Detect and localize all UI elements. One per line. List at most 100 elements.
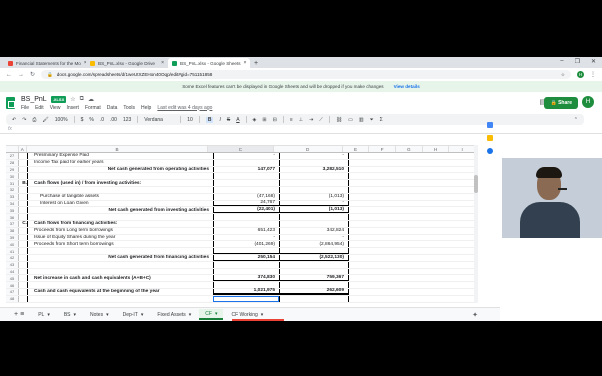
column-header[interactable]: G bbox=[396, 146, 423, 152]
percent-format-button[interactable]: % bbox=[89, 117, 93, 123]
cell-previous-year[interactable]: 3,282,510 bbox=[279, 166, 349, 173]
cell-previous-year[interactable]: (2,522,130) bbox=[279, 255, 349, 261]
doc-title[interactable]: BS_PnL bbox=[21, 96, 47, 103]
cell-label[interactable]: Proceeds from Short term borrowings bbox=[27, 241, 213, 248]
cell-label[interactable]: Interest on Loan Given bbox=[27, 200, 213, 207]
cell-previous-year[interactable] bbox=[279, 173, 349, 180]
cell-current-year[interactable]: (22,401) bbox=[213, 207, 279, 214]
row-number[interactable]: 41 bbox=[6, 248, 19, 254]
row-number[interactable]: 36 bbox=[6, 214, 19, 220]
decrease-decimal-button[interactable]: .0 bbox=[100, 117, 104, 123]
bold-button[interactable]: B bbox=[205, 116, 214, 123]
cell-a[interactable] bbox=[19, 275, 27, 281]
menu-insert[interactable]: Insert bbox=[66, 105, 79, 111]
paint-format-icon[interactable]: 🖌 bbox=[42, 117, 48, 123]
spreadsheet-grid[interactable]: A B C D E F G H I 27 Preliminary Expense … bbox=[6, 145, 476, 303]
minimize-icon[interactable]: – bbox=[560, 58, 563, 65]
browser-menu-icon[interactable]: ⋮ bbox=[590, 71, 596, 78]
cell-label[interactable]: Net cash generated from investing activi… bbox=[27, 207, 213, 214]
new-tab-icon[interactable]: + bbox=[250, 60, 262, 68]
cell-current-year[interactable] bbox=[213, 186, 279, 193]
vertical-scrollbar[interactable] bbox=[474, 145, 478, 303]
formula-bar[interactable]: fx bbox=[0, 125, 602, 134]
cell-current-year[interactable] bbox=[213, 220, 279, 227]
cell-previous-year[interactable]: 759,367 bbox=[279, 275, 349, 282]
filter-icon[interactable]: ⏷ bbox=[370, 117, 374, 123]
cell-current-year[interactable]: - bbox=[213, 234, 279, 241]
cell-a[interactable]: C. bbox=[19, 221, 27, 227]
row-number[interactable]: 35 bbox=[6, 207, 19, 214]
more-formats-button[interactable]: 123 bbox=[123, 117, 131, 123]
cell-a[interactable] bbox=[19, 228, 27, 234]
empty-cells[interactable] bbox=[349, 228, 476, 234]
calendar-icon[interactable] bbox=[487, 122, 493, 128]
forward-icon[interactable]: → bbox=[18, 72, 24, 78]
cell-a[interactable] bbox=[19, 153, 27, 159]
cell-previous-year[interactable]: - bbox=[279, 234, 349, 241]
increase-decimal-button[interactable]: .00 bbox=[110, 117, 117, 123]
row-number[interactable]: 38 bbox=[6, 227, 19, 234]
empty-cells[interactable] bbox=[349, 194, 476, 200]
cell-label[interactable] bbox=[27, 282, 213, 288]
merge-cells-icon[interactable]: ⊟ bbox=[273, 117, 277, 123]
all-sheets-icon[interactable]: ≡ bbox=[20, 311, 24, 318]
explore-icon[interactable]: ✦ bbox=[472, 311, 478, 319]
column-header[interactable]: B bbox=[27, 146, 209, 152]
cell-previous-year[interactable] bbox=[279, 268, 349, 275]
empty-cells[interactable] bbox=[349, 167, 476, 173]
cell-label[interactable]: Net cash generated from financing activi… bbox=[27, 254, 213, 261]
cell-current-year[interactable] bbox=[213, 173, 279, 180]
empty-cells[interactable] bbox=[349, 201, 476, 207]
close-window-icon[interactable]: ✕ bbox=[591, 58, 596, 65]
cell-current-year[interactable]: 250,154 bbox=[213, 255, 279, 261]
column-header[interactable]: I bbox=[449, 146, 476, 152]
undo-icon[interactable]: ↶ bbox=[12, 117, 16, 123]
empty-cells[interactable] bbox=[349, 262, 476, 268]
column-header[interactable]: F bbox=[369, 146, 396, 152]
cell-a[interactable] bbox=[19, 241, 27, 247]
scrollbar-thumb[interactable] bbox=[474, 175, 478, 193]
move-folder-icon[interactable]: ⧉ bbox=[80, 96, 84, 103]
cell-a[interactable] bbox=[19, 214, 27, 220]
cell-previous-year[interactable]: (2,864,954) bbox=[279, 241, 349, 248]
empty-cells[interactable] bbox=[349, 207, 476, 213]
cell-a[interactable]: B. bbox=[19, 180, 27, 186]
browser-tab-active[interactable]: BS_PnL.xlsx - Google Sheets × bbox=[168, 58, 250, 68]
user-avatar[interactable]: H bbox=[582, 96, 594, 108]
cell-label[interactable]: Preliminary Expense Paid bbox=[27, 153, 213, 159]
column-header[interactable]: H bbox=[423, 146, 450, 152]
cell-current-year[interactable]: 24,767 bbox=[213, 200, 279, 207]
sheet-tab-bs[interactable]: BS ▾ bbox=[58, 309, 82, 320]
cell-a[interactable] bbox=[19, 282, 27, 288]
sheets-logo-icon[interactable] bbox=[6, 97, 15, 109]
cell-previous-year[interactable] bbox=[279, 295, 349, 302]
cell-previous-year[interactable]: - bbox=[279, 153, 349, 159]
menu-tools[interactable]: Tools bbox=[123, 105, 135, 111]
cell-current-year[interactable] bbox=[213, 268, 279, 275]
menu-data[interactable]: Data bbox=[107, 105, 118, 111]
cell-label[interactable] bbox=[27, 268, 213, 275]
cell-previous-year[interactable] bbox=[279, 159, 349, 166]
cell-label[interactable] bbox=[27, 173, 213, 180]
empty-cells[interactable] bbox=[349, 282, 476, 288]
row-number[interactable]: 43 bbox=[6, 261, 19, 268]
cell-previous-year[interactable] bbox=[279, 220, 349, 227]
cell-label[interactable]: Proceeds from Long term borrowings bbox=[27, 227, 213, 234]
empty-cells[interactable] bbox=[349, 248, 476, 254]
sheet-tab-pl[interactable]: PL ▾ bbox=[32, 309, 56, 320]
cell-a[interactable] bbox=[19, 269, 27, 275]
row-number[interactable]: 44 bbox=[6, 268, 19, 275]
sheet-tab-dep-it[interactable]: Dep-IT ▾ bbox=[117, 309, 150, 320]
cell-previous-year[interactable] bbox=[279, 186, 349, 193]
cell-current-year[interactable]: (401,269) bbox=[213, 241, 279, 248]
cell-current-year[interactable] bbox=[213, 295, 279, 302]
cell-current-year[interactable]: 651,423 bbox=[213, 227, 279, 234]
close-tab-icon[interactable]: × bbox=[244, 60, 247, 66]
font-size-select[interactable]: 10 bbox=[187, 117, 193, 123]
cell-label[interactable] bbox=[27, 186, 213, 193]
italic-button[interactable]: I bbox=[219, 117, 220, 123]
row-number[interactable]: 39 bbox=[6, 234, 19, 241]
cell-current-year[interactable]: (47,168) bbox=[213, 193, 279, 200]
share-button[interactable]: 🔒 Share bbox=[544, 97, 578, 109]
cell-a[interactable] bbox=[19, 173, 27, 179]
